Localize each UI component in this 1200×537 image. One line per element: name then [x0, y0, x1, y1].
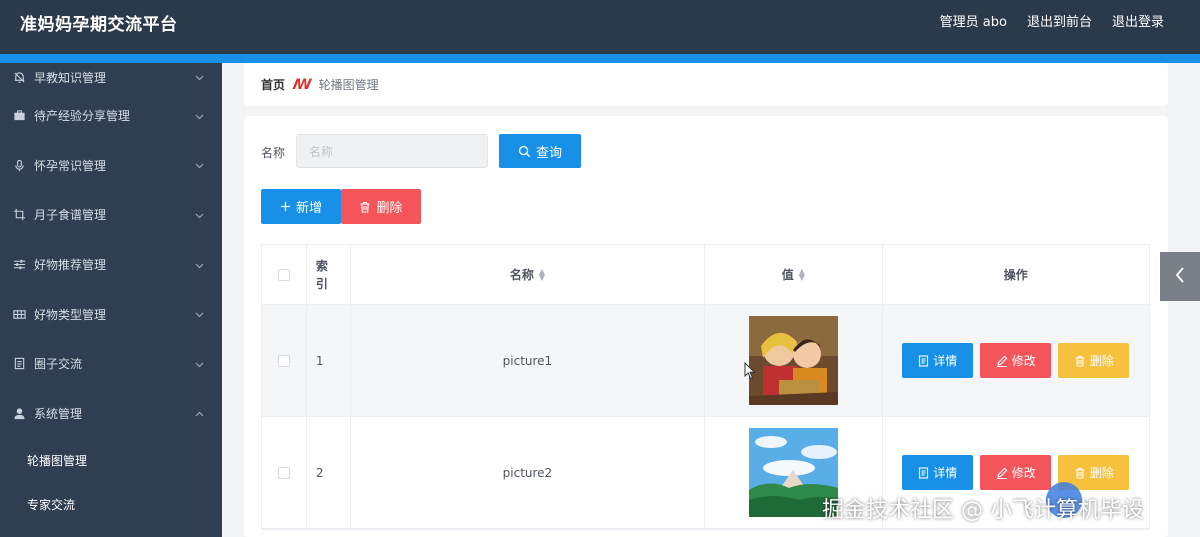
bell-icon [12, 70, 26, 84]
table-row: 1 picture1 详情 修改 删除 [262, 305, 1149, 417]
sidebar-item-system[interactable]: 系统管理 [0, 389, 222, 439]
chevron-left-icon [1175, 266, 1185, 287]
row-checkbox[interactable] [277, 466, 290, 479]
sidebar-item-label: 系统管理 [34, 406, 83, 421]
admin-user-label[interactable]: 管理员 abo [940, 11, 1007, 30]
delete-button-label: 删除 [1089, 466, 1114, 480]
logout-link[interactable]: 退出登录 [1112, 11, 1164, 30]
query-button[interactable]: 查询 [499, 134, 581, 168]
sidebar-item-label: 早教知识管理 [34, 70, 107, 85]
sidebar-item-pregnancy-knowledge[interactable]: 怀孕常识管理 [0, 141, 222, 191]
document-icon [918, 466, 929, 479]
sidebar-subitem-carousel[interactable]: 轮播图管理 [0, 438, 222, 482]
grid-icon [12, 307, 26, 321]
sidebar-item-label: 月子食谱管理 [34, 208, 107, 223]
search-label: 名称 [261, 146, 286, 160]
document-icon [918, 354, 929, 367]
chevron-up-icon [195, 406, 204, 420]
edit-button-label: 修改 [1011, 354, 1036, 368]
edit-button[interactable]: 修改 [980, 455, 1052, 490]
pencil-icon [996, 355, 1008, 367]
detail-button-label: 详情 [933, 354, 958, 368]
row-index: 1 [307, 305, 351, 416]
sidebar-item-circle[interactable]: 圈子交流 [0, 339, 222, 389]
sidebar-item-label: 好物类型管理 [34, 307, 107, 322]
chevron-down-icon [195, 70, 204, 84]
row-name: picture2 [351, 417, 706, 528]
row-index: 2 [307, 417, 351, 528]
sidebar-item-early-education[interactable]: 早教知识管理 [0, 63, 222, 91]
breadcrumb-current: 轮播图管理 [318, 78, 379, 92]
watermark-text: 掘金技术社区 @ 小飞计算机毕设 [822, 498, 1144, 523]
breadcrumb: 首页 ꟿ 轮播图管理 [244, 63, 1168, 106]
chevron-down-icon [195, 307, 204, 321]
side-panel-toggle[interactable] [1160, 252, 1200, 301]
pencil-icon [996, 467, 1008, 479]
detail-button[interactable]: 详情 [902, 455, 974, 490]
top-links: 管理员 abo 退出到前台 退出登录 [940, 11, 1164, 30]
sort-icon[interactable]: ▲ ▼ [539, 267, 545, 281]
detail-button-label: 详情 [933, 466, 958, 480]
sort-icon[interactable]: ▲ ▼ [799, 267, 805, 281]
briefcase-icon [12, 109, 26, 123]
table-header: 索引 名称 ▲ ▼ 值 ▲ ▼ 操作 [262, 245, 1149, 305]
edit-button[interactable]: 修改 [980, 343, 1052, 378]
detail-button[interactable]: 详情 [902, 343, 974, 378]
add-button-label: 新增 [295, 201, 322, 216]
edit-button-label: 修改 [1011, 466, 1036, 480]
column-header-value[interactable]: 值 [782, 266, 794, 283]
trash-icon [1074, 467, 1086, 479]
trash-icon [1074, 355, 1086, 367]
document-icon [12, 357, 26, 371]
column-header-index: 索引 [315, 258, 328, 291]
breadcrumb-home[interactable]: 首页 [261, 76, 285, 93]
column-header-name[interactable]: 名称 [510, 266, 534, 283]
column-header-actions: 操作 [1003, 268, 1028, 282]
cartoon-couple-image[interactable] [748, 316, 838, 405]
trash-icon [359, 201, 371, 213]
microphone-icon [12, 158, 26, 172]
delete-button[interactable]: 删除 [1058, 343, 1130, 378]
row-checkbox[interactable] [277, 354, 290, 367]
chevron-down-icon [195, 158, 204, 172]
header-accent-bar [0, 54, 1200, 63]
sliders-icon [12, 258, 26, 272]
breadcrumb-separator-logo-icon: ꟿ [293, 76, 312, 93]
row-name: picture1 [351, 305, 706, 416]
sidebar-item-label: 好物推荐管理 [34, 258, 107, 273]
sidebar-item-label: 待产经验分享管理 [34, 109, 131, 124]
content-panel: 名称 名称 查询 新增 删除 索引 名称 ▲ ▼ 值 ▲ ▼ 操作 1 pict… [244, 116, 1168, 537]
sidebar-item-label: 圈子交流 [34, 357, 83, 372]
sidebar-item-recipes[interactable]: 月子食谱管理 [0, 190, 222, 240]
app-title: 准妈妈孕期交流平台 [20, 15, 178, 35]
sidebar-item-recommendations[interactable]: 好物推荐管理 [0, 240, 222, 290]
user-icon [12, 406, 26, 420]
sidebar-subitem-expert[interactable]: 专家交流 [0, 482, 222, 526]
sidebar-item-product-types[interactable]: 好物类型管理 [0, 289, 222, 339]
search-icon [518, 145, 531, 158]
chevron-down-icon [195, 357, 204, 371]
add-button[interactable]: 新增 [261, 189, 341, 224]
name-search-input[interactable]: 名称 [296, 134, 488, 168]
mouse-cursor-icon [744, 361, 756, 384]
batch-delete-button[interactable]: 删除 [341, 189, 421, 224]
crop-icon [12, 208, 26, 222]
query-button-label: 查询 [535, 145, 562, 161]
sidebar-item-birth-experience[interactable]: 待产经验分享管理 [0, 91, 222, 141]
chevron-down-icon [195, 208, 204, 222]
batch-delete-button-label: 删除 [376, 201, 403, 216]
plus-icon [280, 201, 291, 212]
back-to-front-link[interactable]: 退出到前台 [1027, 11, 1092, 30]
select-all-checkbox[interactable] [277, 268, 290, 281]
sidebar: 早教知识管理 待产经验分享管理 怀孕常识管理 月子食谱管理 好物推荐管理 好物类 [0, 63, 222, 537]
main-content: 首页 ꟿ 轮播图管理 名称 名称 查询 新增 删除 索引 名称 ▲ ▼ 值 ▲ … [222, 63, 1200, 537]
chevron-down-icon [195, 258, 204, 272]
sidebar-item-label: 怀孕常识管理 [34, 158, 107, 173]
delete-button-label: 删除 [1089, 354, 1114, 368]
top-navbar: 准妈妈孕期交流平台 管理员 abo 退出到前台 退出登录 [0, 0, 1200, 54]
carousel-table: 索引 名称 ▲ ▼ 值 ▲ ▼ 操作 1 picture1 详情 修改 删除 2… [261, 244, 1150, 530]
chevron-down-icon [195, 109, 204, 123]
